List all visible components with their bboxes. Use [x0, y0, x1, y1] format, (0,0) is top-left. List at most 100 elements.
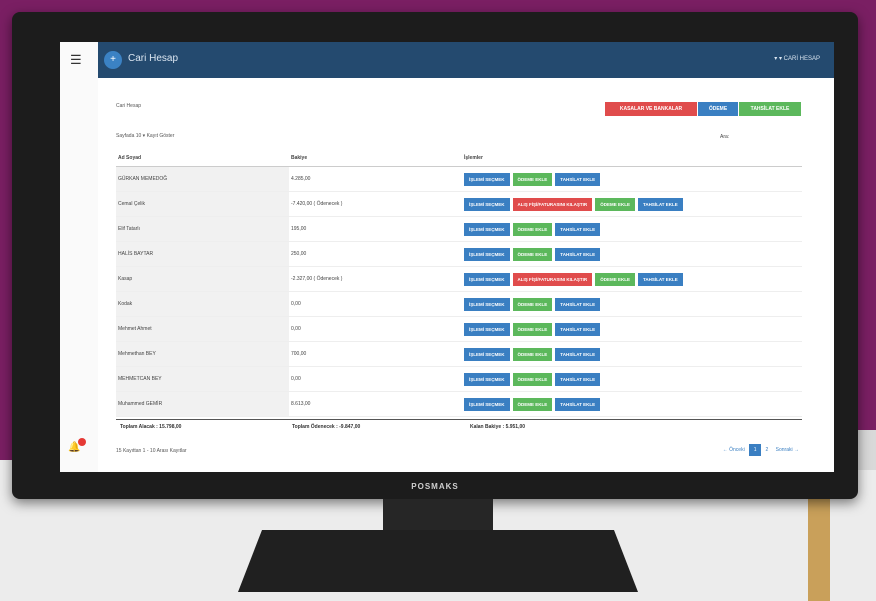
row-action-button[interactable]: ÖDEME EKLE: [512, 372, 553, 386]
column-header-balance[interactable]: Bakiye: [289, 150, 462, 167]
row-action-button[interactable]: ÖDEME EKLE: [512, 397, 553, 411]
row-action-button[interactable]: TAHSİLAT EKLE: [637, 272, 683, 286]
row-actions: İŞLEMİ SEÇMEK ÖDEME EKLE TAHSİLAT EKLE: [462, 316, 802, 342]
row-action-button[interactable]: İŞLEMİ SEÇMEK: [464, 347, 510, 361]
hamburger-icon[interactable]: ☰: [70, 52, 82, 68]
total-collection: Toplam Alacak : 15.798,00: [120, 424, 182, 430]
row-action-button[interactable]: ÖDEME EKLE: [595, 272, 635, 286]
row-balance: 0,00: [289, 291, 462, 317]
row-action-button[interactable]: TAHSİLAT EKLE: [555, 347, 601, 361]
row-action-button[interactable]: TAHSİLAT EKLE: [555, 322, 601, 336]
top-bar: + Cari Hesap ▾ ▾ CARİ HESAP: [98, 42, 834, 78]
row-balance: 0,00: [289, 366, 462, 392]
row-action-button[interactable]: TAHSİLAT EKLE: [555, 222, 601, 236]
search-label: Ara:: [720, 134, 730, 140]
header-action-tahsi-lat-ekle-button[interactable]: TAHSİLAT EKLE: [739, 102, 801, 116]
monitor-brand-logo: POSMAKS: [411, 482, 459, 491]
table-row: Kasap -2.327,00 ( Ödenecek ) İŞLEMİ SEÇMEK…: [116, 266, 802, 292]
column-header-name[interactable]: Ad Soyad: [116, 150, 289, 167]
row-actions: İŞLEMİ SEÇMEK ÖDEME EKLE TAHSİLAT EKLE: [462, 391, 802, 417]
row-balance: 250,00: [289, 241, 462, 267]
column-header-actions: İşlemler: [462, 150, 802, 167]
row-actions: İŞLEMİ SEÇMEK ÖDEME EKLE TAHSİLAT EKLE: [462, 341, 802, 367]
page-2-link[interactable]: 2: [765, 447, 768, 453]
row-balance: 700,00: [289, 341, 462, 367]
row-action-button[interactable]: İŞLEMİ SEÇMEK: [464, 372, 510, 386]
header-action-kasalar-ve-bankalar-button[interactable]: KASALAR VE BANKALAR: [605, 102, 697, 116]
monitor-bezel: ☰ 🔔 + Cari Hesap ▾ ▾ CARİ HESAP Cari Hes…: [12, 12, 858, 499]
row-action-button[interactable]: İŞLEMİ SEÇMEK: [464, 272, 510, 286]
row-name: Cemal Çelik: [116, 191, 289, 217]
row-actions: İŞLEMİ SEÇMEK ÖDEME EKLE TAHSİLAT EKLE: [462, 241, 802, 267]
row-action-button[interactable]: ÖDEME EKLE: [512, 172, 553, 186]
row-actions: İŞLEMİ SEÇMEK ÖDEME EKLE TAHSİLAT EKLE: [462, 216, 802, 242]
table-row: HALİS BAYTAR 250,00 İŞLEMİ SEÇMEK ÖDEME EKL…: [116, 241, 802, 267]
row-name: GÜRKAN MEMEDOĞ: [116, 166, 289, 192]
breadcrumb: Cari Hesap: [116, 103, 142, 109]
table-row: MEHMETCAN BEY 0,00 İŞLEMİ SEÇMEK ÖDEME EKLE…: [116, 366, 802, 392]
table-header-row: Ad Soyad Bakiye İşlemler: [116, 150, 802, 167]
row-actions: İŞLEMİ SEÇMEK ALIŞ FİŞİ/FATURASINI KILAŞT…: [462, 191, 802, 217]
user-menu[interactable]: ▾ ▾ CARİ HESAP: [774, 55, 820, 62]
page-title: Cari Hesap: [128, 53, 179, 64]
row-action-button[interactable]: TAHSİLAT EKLE: [555, 172, 601, 186]
row-name: Mehmet Ahmet: [116, 316, 289, 342]
table-row: Kodak 0,00 İŞLEMİ SEÇMEK ÖDEME EKLE TAHSİLAT…: [116, 291, 802, 317]
row-action-button[interactable]: İŞLEMİ SEÇMEK: [464, 397, 510, 411]
row-action-button[interactable]: ALIŞ FİŞİ/FATURASINI KILAŞTIR: [512, 197, 593, 211]
row-action-button[interactable]: ALIŞ FİŞİ/FATURASINI KILAŞTIR: [512, 272, 593, 286]
row-name: Mehmethan BEY: [116, 341, 289, 367]
left-rail: ☰ 🔔: [60, 42, 98, 472]
row-action-button[interactable]: ÖDEME EKLE: [512, 247, 553, 261]
row-action-button[interactable]: İŞLEMİ SEÇMEK: [464, 247, 510, 261]
row-name: Muhammed GEMİR: [116, 391, 289, 417]
easel-leg: [808, 490, 830, 601]
table-row: Elif Tatarlı 195,00 İŞLEMİ SEÇMEK ÖDEME EKL…: [116, 216, 802, 242]
row-action-button[interactable]: ÖDEME EKLE: [512, 222, 553, 236]
total-payable: Toplam Ödenecek : -9.847,00: [292, 424, 361, 430]
row-action-button[interactable]: İŞLEMİ SEÇMEK: [464, 197, 510, 211]
remaining-balance: Kalan Bakiye : 5.951,00: [470, 424, 526, 430]
header-action--deme-button[interactable]: ÖDEME: [698, 102, 738, 116]
row-name: Kasap: [116, 266, 289, 292]
monitor-screen: ☰ 🔔 + Cari Hesap ▾ ▾ CARİ HESAP Cari Hes…: [60, 42, 834, 472]
totals-row: Toplam Alacak : 15.798,00 Toplam Ödenece…: [116, 419, 802, 430]
row-actions: İŞLEMİ SEÇMEK ALIŞ FİŞİ/FATURASINI KILAŞT…: [462, 266, 802, 292]
row-name: Elif Tatarlı: [116, 216, 289, 242]
row-action-button[interactable]: İŞLEMİ SEÇMEK: [464, 297, 510, 311]
row-balance: -7.420,00 ( Ödenecek ): [289, 191, 462, 217]
row-actions: İŞLEMİ SEÇMEK ÖDEME EKLE TAHSİLAT EKLE: [462, 366, 802, 392]
page-1-link[interactable]: 1: [749, 444, 762, 456]
row-action-button[interactable]: TAHSİLAT EKLE: [555, 397, 601, 411]
records-info: 15 Kayıttan 1 - 10 Arası Kayıtlar: [116, 448, 187, 454]
row-action-button[interactable]: TAHSİLAT EKLE: [637, 197, 683, 211]
row-balance: -2.327,00 ( Ödenecek ): [289, 266, 462, 292]
row-action-button[interactable]: ÖDEME EKLE: [512, 347, 553, 361]
previous-page-link[interactable]: ← Önceki: [723, 447, 745, 453]
row-action-button[interactable]: TAHSİLAT EKLE: [555, 372, 601, 386]
row-name: Kodak: [116, 291, 289, 317]
row-balance: 195,00: [289, 216, 462, 242]
row-action-button[interactable]: İŞLEMİ SEÇMEK: [464, 172, 510, 186]
plus-circle-icon[interactable]: +: [104, 51, 122, 69]
row-action-button[interactable]: ÖDEME EKLE: [512, 297, 553, 311]
pagination: ← Önceki 1 2 Sonraki →: [720, 444, 802, 456]
table-row: Cemal Çelik -7.420,00 ( Ödenecek ) İŞLEMİ …: [116, 191, 802, 217]
row-balance: 8.613,00: [289, 391, 462, 417]
row-action-button[interactable]: TAHSİLAT EKLE: [555, 297, 601, 311]
row-action-button[interactable]: ÖDEME EKLE: [512, 322, 553, 336]
table-row: Mehmet Ahmet 0,00 İŞLEMİ SEÇMEK ÖDEME EKLE T…: [116, 316, 802, 342]
row-action-button[interactable]: ÖDEME EKLE: [595, 197, 635, 211]
row-balance: 0,00: [289, 316, 462, 342]
page-length-select[interactable]: Sayfada 10 ▾ Kayıt Göster: [116, 133, 174, 139]
table-row: GÜRKAN MEMEDOĞ 4.285,00 İŞLEMİ SEÇMEK ÖDEME…: [116, 166, 802, 192]
next-page-link[interactable]: Sonraki →: [776, 447, 799, 453]
row-name: MEHMETCAN BEY: [116, 366, 289, 392]
monitor-base: [238, 530, 638, 592]
row-actions: İŞLEMİ SEÇMEK ÖDEME EKLE TAHSİLAT EKLE: [462, 291, 802, 317]
table-row: Muhammed GEMİR 8.613,00 İŞLEMİ SEÇMEK ÖDEME…: [116, 391, 802, 417]
row-action-button[interactable]: İŞLEMİ SEÇMEK: [464, 222, 510, 236]
row-balance: 4.285,00: [289, 166, 462, 192]
row-action-button[interactable]: İŞLEMİ SEÇMEK: [464, 322, 510, 336]
row-action-button[interactable]: TAHSİLAT EKLE: [555, 247, 601, 261]
